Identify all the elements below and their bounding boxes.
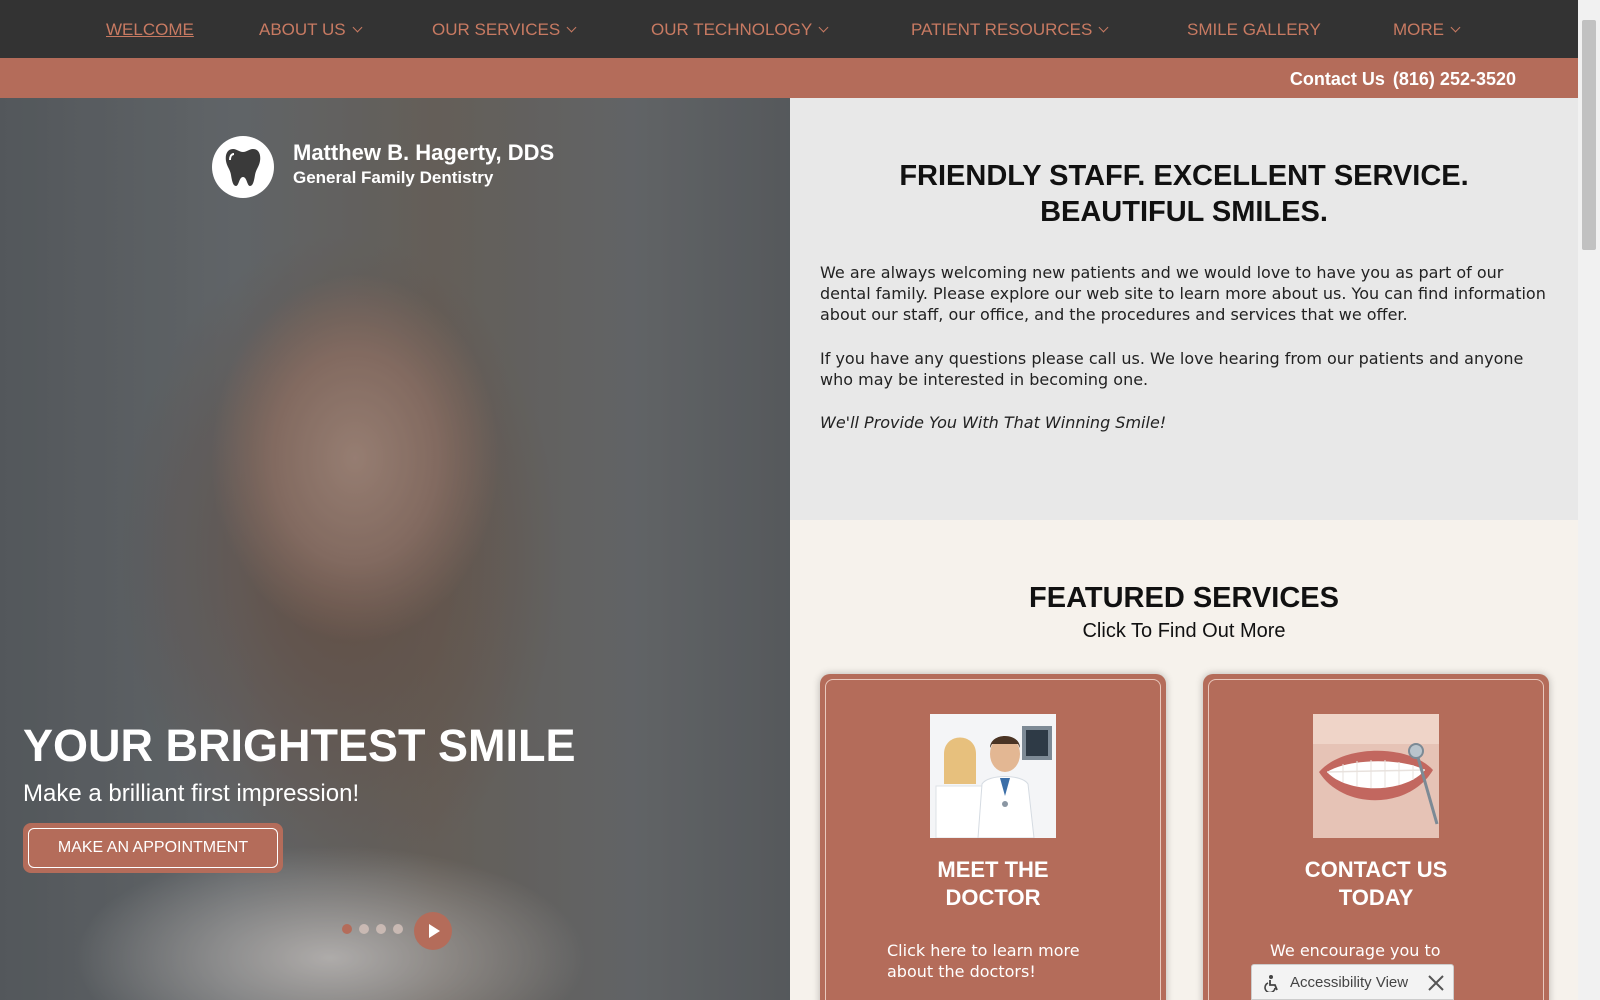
scrollbar-thumb[interactable] [1582, 20, 1596, 250]
nav-item-more[interactable]: MORE [1393, 0, 1461, 58]
card-description: Click here to learn more about the docto… [887, 941, 1080, 981]
nav-item-about-us[interactable]: ABOUT US [259, 0, 363, 58]
play-icon[interactable] [414, 912, 452, 950]
chevron-down-icon [1450, 22, 1461, 33]
nav-item-our-technology[interactable]: OUR TECHNOLOGY [651, 0, 829, 58]
nav-item-label: MORE [1393, 20, 1444, 39]
card-title: CONTACT US TODAY [1203, 856, 1549, 912]
service-card-meet-doctor[interactable]: MEET THE DOCTOR Click here to learn more… [820, 674, 1166, 1000]
card-title-line: TODAY [1338, 885, 1414, 910]
chevron-down-icon [1098, 22, 1109, 33]
slider-dot[interactable] [376, 924, 386, 934]
doctor-photo [930, 714, 1056, 838]
card-title-line: MEET THE [937, 857, 1049, 882]
welcome-section: FRIENDLY STAFF. EXCELLENT SERVICE. BEAUT… [790, 98, 1578, 520]
nav-item-welcome[interactable]: WELCOME [106, 0, 194, 58]
practice-name: Matthew B. Hagerty, DDS [293, 140, 555, 165]
slider-dot[interactable] [393, 924, 403, 934]
welcome-heading: FRIENDLY STAFF. EXCELLENT SERVICE. BEAUT… [790, 158, 1578, 230]
card-title-line: DOCTOR [945, 885, 1041, 910]
hero-title: YOUR BRIGHTEST SMILE [23, 720, 576, 771]
scrollbar[interactable] [1578, 0, 1600, 1000]
hero-banner: Matthew B. Hagerty, DDS General Family D… [0, 98, 790, 1000]
nav-item-our-services[interactable]: OUR SERVICES [432, 0, 577, 58]
nav-item-label: PATIENT RESOURCES [911, 20, 1093, 39]
chevron-down-icon [352, 22, 363, 33]
service-card-contact-us[interactable]: CONTACT US TODAY We encourage you to con… [1203, 674, 1549, 1000]
welcome-paragraph: We are always welcoming new patients and… [820, 263, 1546, 324]
featured-heading: FEATURED SERVICES [1029, 582, 1339, 614]
close-icon[interactable] [1425, 972, 1447, 994]
practice-subtitle: General Family Dentistry [293, 168, 494, 187]
chevron-down-icon [818, 22, 829, 33]
contact-label: Contact Us [1289, 69, 1385, 89]
featured-subheading: Click To Find Out More [1082, 620, 1286, 642]
slider-dot[interactable] [342, 924, 352, 934]
nav-item-smile-gallery[interactable]: SMILE GALLERY [1187, 0, 1321, 58]
top-nav: WELCOME ABOUT US OUR SERVICES OUR TECHNO… [0, 0, 1578, 58]
welcome-tagline: We'll Provide You With That Winning Smil… [820, 413, 1167, 432]
slider-dot[interactable] [359, 924, 369, 934]
nav-item-label: ABOUT US [259, 20, 346, 39]
nav-item-label: SMILE GALLERY [1187, 20, 1321, 39]
nav-item-label: OUR TECHNOLOGY [651, 20, 813, 39]
contact-phone[interactable]: (816) 252-3520 [1393, 69, 1516, 89]
welcome-paragraph: If you have any questions please call us… [820, 349, 1524, 389]
contact-link[interactable]: Contact Us (816) 252-3520 [1290, 58, 1516, 100]
chevron-down-icon [566, 22, 577, 33]
accessibility-view-toggle[interactable]: Accessibility View [1251, 964, 1454, 1000]
card-title: MEET THE DOCTOR [820, 856, 1166, 912]
accessibility-label: Accessibility View [1290, 974, 1409, 991]
tooth-icon [225, 149, 261, 186]
welcome-heading-line: FRIENDLY STAFF. EXCELLENT SERVICE. [899, 160, 1469, 192]
featured-services: FEATURED SERVICES Click To Find Out More… [790, 520, 1578, 1000]
smile-photo [1313, 714, 1439, 838]
nav-item-label: WELCOME [106, 20, 194, 39]
logo[interactable] [212, 136, 274, 198]
nav-item-patient-resources[interactable]: PATIENT RESOURCES [911, 0, 1109, 58]
contact-bar: Contact Us (816) 252-3520 [0, 58, 1578, 98]
make-appointment-button[interactable]: MAKE AN APPOINTMENT [28, 828, 278, 868]
card-title-line: CONTACT US [1304, 857, 1448, 882]
welcome-heading-line: BEAUTIFUL SMILES. [1040, 196, 1328, 228]
wheelchair-icon [1264, 975, 1278, 992]
hero-subtitle: Make a brilliant first impression! [23, 780, 360, 807]
appointment-button-frame: MAKE AN APPOINTMENT [23, 823, 283, 873]
nav-item-label: OUR SERVICES [432, 20, 561, 39]
